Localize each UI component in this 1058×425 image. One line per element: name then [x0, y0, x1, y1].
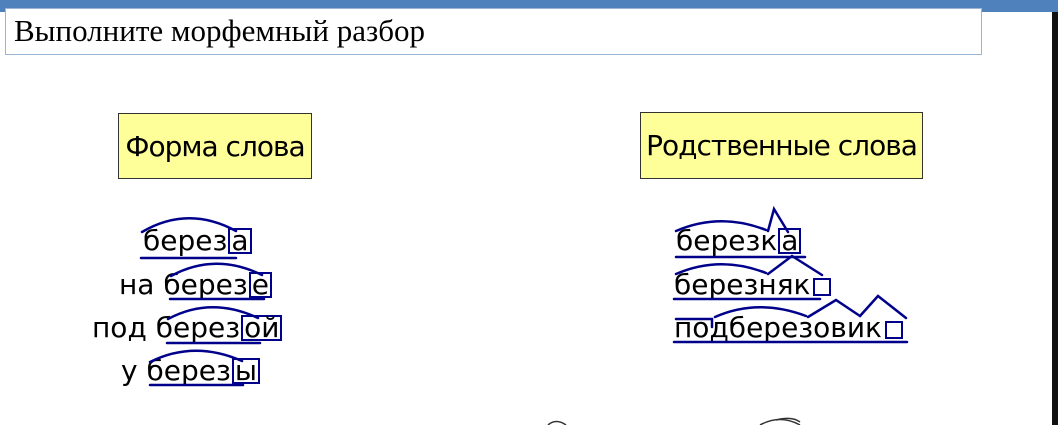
root-arc: [148, 349, 244, 364]
bottom-doodle: [547, 420, 567, 425]
root-arc: [713, 306, 808, 319]
prefix-corner: [674, 317, 714, 329]
suffix-caret: [766, 254, 824, 277]
root-arc: [169, 262, 264, 278]
root-arc: [140, 217, 238, 234]
root-arc: [674, 220, 768, 233]
suffix-caret: [766, 205, 790, 234]
root-arc: [166, 306, 260, 321]
morpheme-marks: [139, 205, 909, 425]
suffix-caret: [858, 294, 908, 320]
bottom-doodle: [759, 418, 801, 425]
root-arc: [674, 263, 768, 276]
suffix-caret: [806, 298, 862, 319]
